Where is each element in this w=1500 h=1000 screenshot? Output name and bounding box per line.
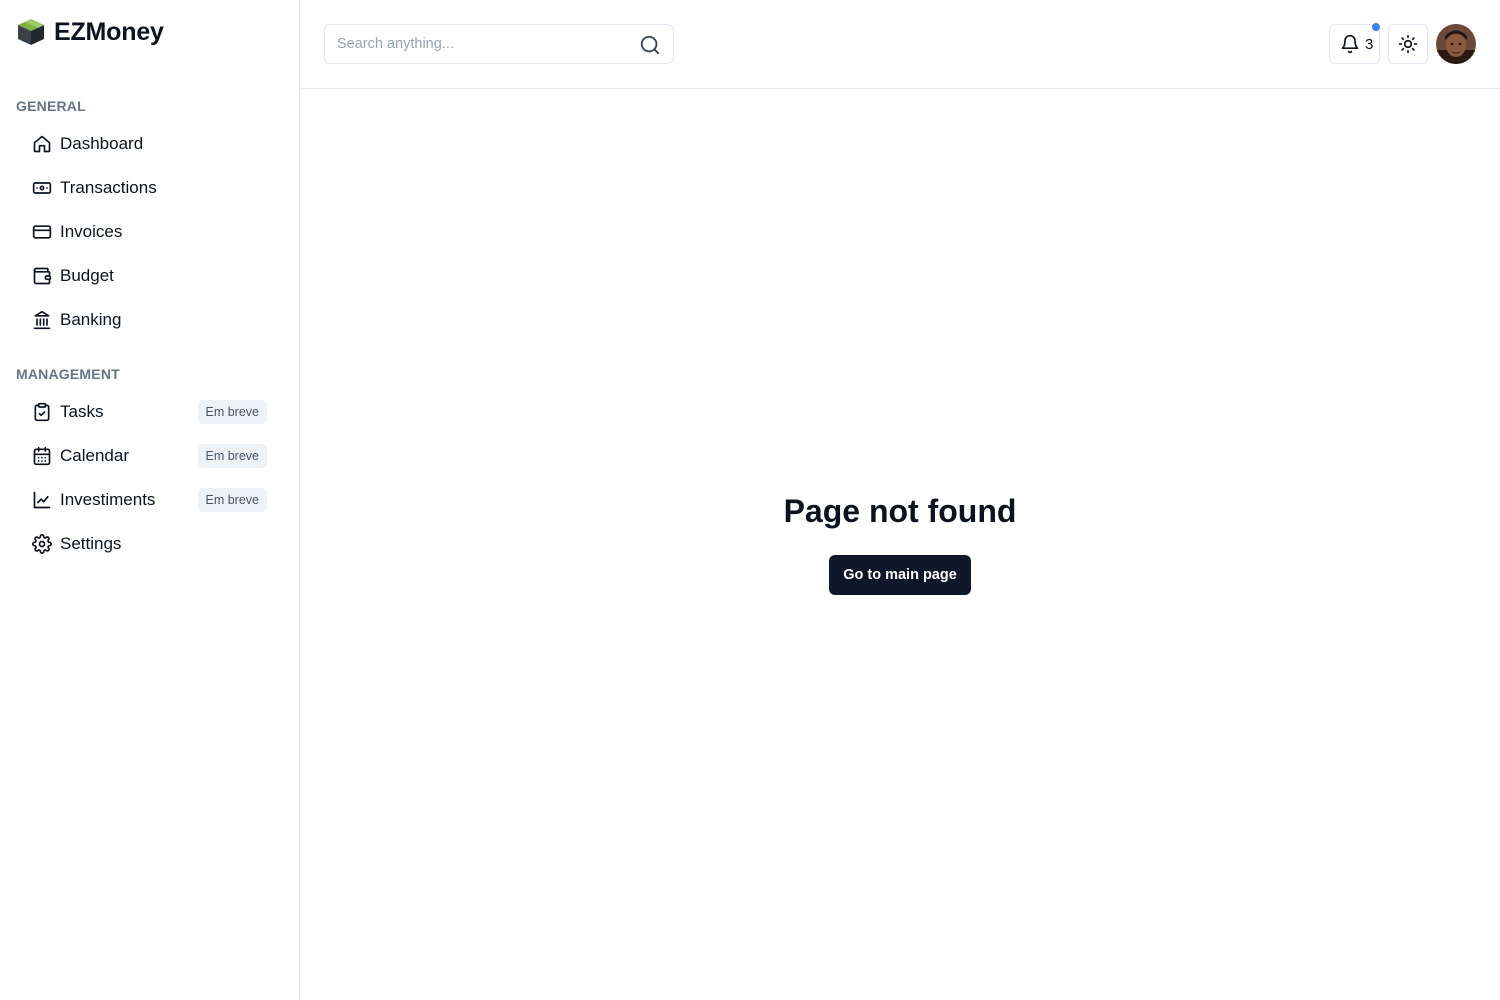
sidebar-item-dashboard[interactable]: Dashboard	[16, 124, 283, 164]
sidebar-item-label: Calendar	[60, 446, 129, 465]
notification-dot	[1372, 23, 1380, 31]
credit-card-icon	[32, 222, 52, 242]
notification-count: 3	[1365, 35, 1374, 53]
sidebar-item-budget[interactable]: Budget	[16, 256, 283, 296]
coming-soon-badge: Em breve	[197, 444, 267, 468]
sidebar-item-investiments[interactable]: Investiments Em breve	[16, 480, 283, 520]
go-to-main-page-button[interactable]: Go to main page	[829, 555, 971, 595]
theme-toggle-button[interactable]	[1388, 24, 1428, 64]
notifications-button[interactable]: 3	[1329, 23, 1380, 64]
sidebar-item-invoices[interactable]: Invoices	[16, 212, 283, 252]
sidebar-item-label: Banking	[60, 310, 122, 329]
gear-icon	[32, 534, 52, 554]
top-header: 3	[300, 0, 1500, 89]
home-icon	[32, 134, 52, 154]
calendar-icon	[32, 446, 52, 466]
sidebar-item-transactions[interactable]: Transactions	[16, 168, 283, 208]
search-box	[324, 24, 674, 64]
sidebar: EZMoney GENERAL Dashboard Transactions I…	[0, 0, 300, 1000]
sidebar-item-banking[interactable]: Banking	[16, 300, 283, 340]
page-title: Page not found	[783, 493, 1017, 529]
section-title-general: GENERAL	[16, 98, 86, 114]
sidebar-item-settings[interactable]: Settings	[16, 524, 283, 564]
banknote-icon	[32, 178, 52, 198]
sidebar-item-label: Transactions	[60, 178, 157, 197]
sidebar-item-calendar[interactable]: Calendar Em breve	[16, 436, 283, 476]
sidebar-item-label: Tasks	[60, 402, 104, 421]
sidebar-item-label: Settings	[60, 534, 122, 553]
avatar-image	[1436, 24, 1476, 64]
coming-soon-badge: Em breve	[197, 488, 267, 512]
brand-name: EZMoney	[54, 17, 164, 46]
search-icon[interactable]	[639, 34, 661, 56]
clipboard-check-icon	[32, 402, 52, 422]
landmark-icon	[32, 310, 52, 330]
cube-logo-icon	[18, 19, 44, 45]
app-root: EZMoney GENERAL Dashboard Transactions I…	[0, 0, 1500, 1000]
sidebar-item-tasks[interactable]: Tasks Em breve	[16, 392, 283, 432]
line-chart-icon	[32, 490, 52, 510]
sun-icon	[1398, 34, 1418, 54]
sidebar-item-label: Dashboard	[60, 134, 144, 153]
sidebar-item-label: Invoices	[60, 222, 123, 241]
user-avatar[interactable]	[1436, 24, 1476, 64]
coming-soon-badge: Em breve	[197, 400, 267, 424]
main-content: Page not found Go to main page	[300, 89, 1500, 1000]
section-title-management: MANAGEMENT	[16, 366, 120, 382]
bell-icon	[1341, 34, 1359, 54]
search-input[interactable]	[325, 25, 625, 63]
brand[interactable]: EZMoney	[16, 16, 164, 48]
sidebar-item-label: Investiments	[60, 490, 156, 509]
sidebar-item-label: Budget	[60, 266, 114, 285]
wallet-icon	[32, 266, 52, 286]
